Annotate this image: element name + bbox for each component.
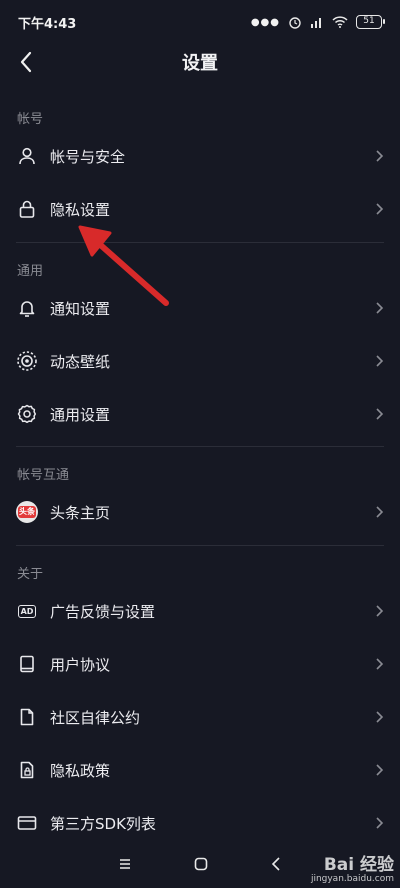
user-icon (16, 145, 38, 167)
settings-item-label: 第三方SDK列表 (50, 814, 156, 833)
wifi-icon (332, 16, 348, 28)
chevron-right-icon (376, 203, 384, 215)
toutiao-badge-text: 头条 (18, 506, 36, 518)
ad-icon-text: AD (17, 604, 37, 618)
settings-item-label: 动态壁纸 (50, 352, 111, 371)
chevron-right-icon (376, 658, 384, 670)
settings-item-notifications[interactable]: 通知设置 (0, 282, 400, 334)
red-arrow-annotation (78, 225, 169, 306)
chevron-right-icon (376, 150, 384, 162)
section-label-account: 帐号 (17, 112, 44, 127)
settings-item-label: 广告反馈与设置 (50, 602, 156, 621)
settings-item-privacy[interactable]: 隐私设置 (0, 183, 400, 235)
signal-dots-icon: ●●● (250, 16, 280, 28)
chevron-right-icon (376, 764, 384, 776)
chevron-right-icon (376, 506, 384, 518)
title-bar: 设置 (0, 40, 400, 84)
settings-item-user-agreement[interactable]: 用户协议 (0, 638, 400, 690)
settings-item-label: 隐私政策 (50, 761, 111, 780)
privacy-document-icon (16, 759, 38, 781)
toutiao-logo-icon: 头条 (16, 501, 38, 523)
section-label-about: 关于 (17, 567, 44, 582)
chevron-left-icon (20, 51, 32, 73)
menu-nav-icon[interactable] (117, 857, 133, 871)
settings-item-account-security[interactable]: 帐号与安全 (0, 130, 400, 182)
settings-item-live-wallpaper[interactable]: 动态壁纸 (0, 335, 400, 387)
chevron-right-icon (376, 817, 384, 829)
home-nav-icon[interactable] (193, 856, 209, 872)
settings-item-label: 用户协议 (50, 655, 111, 674)
settings-item-community-guidelines[interactable]: 社区自律公约 (0, 691, 400, 743)
back-button[interactable] (12, 48, 40, 76)
settings-item-toutiao-home[interactable]: 头条 头条主页 (0, 486, 400, 538)
watermark-url: jingyan.baidu.com (310, 873, 394, 884)
section-label-linked-accounts: 帐号互通 (17, 468, 70, 483)
document-icon (16, 706, 38, 728)
page-title: 设置 (182, 53, 218, 74)
alarm-icon (289, 17, 301, 29)
baidu-jingyan-watermark: Bai 经验 jingyan.baidu.com (310, 854, 394, 884)
settings-item-label: 通用设置 (50, 405, 111, 424)
chevron-right-icon (376, 302, 384, 314)
section-label-general: 通用 (17, 264, 44, 279)
section-divider (16, 545, 384, 546)
wallpaper-icon (16, 350, 38, 372)
settings-item-label: 帐号与安全 (50, 147, 126, 166)
settings-item-privacy-policy[interactable]: 隐私政策 (0, 744, 400, 796)
settings-item-label: 社区自律公约 (50, 708, 141, 727)
gear-icon (16, 403, 38, 425)
chevron-right-icon (376, 711, 384, 723)
settings-item-ad-feedback[interactable]: AD 广告反馈与设置 (0, 585, 400, 637)
chevron-right-icon (376, 408, 384, 420)
back-nav-icon[interactable] (269, 856, 283, 872)
cell-signal-icon (311, 18, 321, 28)
battery-icon: 51 (356, 15, 385, 29)
status-icons: ●●● 51 (250, 15, 385, 29)
watermark-logo-text: Bai 经验 (323, 854, 394, 875)
book-icon (16, 653, 38, 675)
ad-icon: AD (16, 600, 38, 622)
settings-item-label: 头条主页 (50, 503, 111, 522)
status-time: 下午4:43 (18, 16, 77, 32)
sdk-list-icon (16, 812, 38, 834)
settings-item-general[interactable]: 通用设置 (0, 388, 400, 440)
chevron-right-icon (376, 605, 384, 617)
chevron-right-icon (376, 355, 384, 367)
bell-icon (16, 297, 38, 319)
lock-icon (16, 198, 38, 220)
section-divider (16, 446, 384, 447)
status-bar: 下午4:43 ●●● 51 (0, 0, 400, 44)
